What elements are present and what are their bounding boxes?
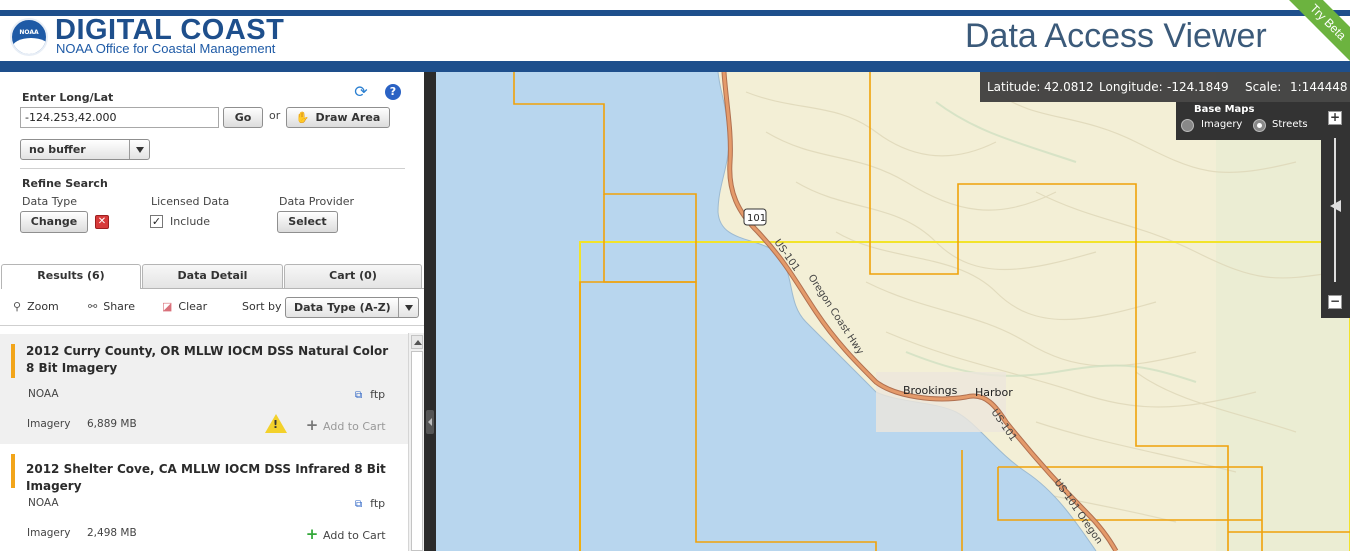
remove-filter-icon[interactable]: ✕: [95, 215, 109, 229]
result-size: 2,498 MB: [87, 527, 137, 539]
scroll-up-icon[interactable]: [411, 335, 423, 349]
tab-results[interactable]: Results (6): [1, 264, 141, 289]
scale-label: Scale:: [1245, 80, 1282, 94]
change-data-type-button[interactable]: Change: [20, 211, 88, 233]
result-accent-bar: [11, 454, 15, 488]
place-label-brookings: Brookings: [903, 384, 958, 397]
basemap-switcher: Base Maps Imagery Streets: [1176, 102, 1321, 140]
list-item[interactable]: 2012 Shelter Cove, CA MLLW IOCM DSS Infr…: [0, 444, 408, 551]
clear-tool[interactable]: ◪ Clear: [162, 300, 207, 313]
sort-value: Data Type (A-Z): [294, 301, 391, 314]
or-label: or: [269, 109, 281, 122]
noaa-logo[interactable]: NOAA: [10, 18, 48, 56]
select-provider-button[interactable]: Select: [277, 211, 338, 233]
share-tool[interactable]: ⚯ Share: [88, 300, 135, 313]
longitude-value: -124.1849: [1167, 80, 1229, 94]
highway-shield-label: 101: [747, 213, 766, 224]
results-scrollbar[interactable]: [408, 333, 424, 551]
ftp-label: ftp: [370, 497, 386, 510]
chevron-down-icon: [398, 298, 418, 317]
zoom-in-button[interactable]: +: [1328, 111, 1342, 125]
basemaps-label: Base Maps: [1194, 104, 1255, 115]
data-provider-label: Data Provider: [279, 195, 355, 208]
buffer-value: no buffer: [29, 143, 86, 156]
app-title: Data Access Viewer: [965, 17, 1267, 55]
header-bottom-bar: [0, 61, 1350, 72]
zoom-tool[interactable]: ⚲ Zoom: [13, 300, 59, 313]
ftp-link[interactable]: ⧉ ftp: [355, 497, 385, 510]
try-beta-ribbon[interactable]: Try Beta: [1277, 0, 1350, 72]
result-accent-bar: [11, 344, 15, 378]
results-list: 2012 Curry County, OR MLLW IOCM DSS Natu…: [0, 325, 424, 551]
external-link-icon: ⧉: [355, 390, 363, 401]
zoom-label: Zoom: [27, 300, 59, 313]
latitude-label: Latitude:: [987, 80, 1041, 94]
collapse-panel-handle[interactable]: [426, 410, 434, 434]
result-size: 6,889 MB: [87, 418, 137, 430]
zoom-out-button[interactable]: −: [1328, 295, 1342, 309]
plus-icon: +: [305, 416, 319, 434]
divider: [20, 168, 405, 169]
result-provider: NOAA: [28, 497, 59, 509]
data-type-label: Data Type: [22, 195, 78, 208]
plus-icon: +: [305, 525, 319, 543]
result-type: Imagery: [27, 527, 71, 539]
draw-area-label: Draw Area: [315, 111, 381, 124]
hand-icon: ✋: [295, 111, 310, 124]
zoom-control: + −: [1321, 102, 1350, 318]
refine-search-heading: Refine Search: [22, 177, 108, 190]
coordinate-readout: Latitude: 42.0812 Longitude: -124.1849 S…: [980, 72, 1350, 102]
licensed-data-label: Licensed Data: [151, 195, 230, 208]
place-label-harbor: Harbor: [975, 386, 1013, 399]
longitude-label: Longitude:: [1099, 80, 1163, 94]
chevron-down-icon: [129, 140, 149, 159]
include-licensed-checkbox[interactable]: ✓: [150, 215, 163, 228]
sort-select[interactable]: Data Type (A-Z): [285, 297, 419, 318]
basemap-imagery-label[interactable]: Imagery: [1201, 119, 1242, 130]
noaa-logo-text: NOAA: [19, 29, 39, 36]
help-icon[interactable]: ?: [385, 84, 401, 100]
basemap-streets-label[interactable]: Streets: [1272, 119, 1308, 130]
map-canvas[interactable]: 101 US-101 Oregon Coast Hwy US-101 US-10…: [436, 72, 1350, 551]
binoculars-icon: ⚲: [13, 300, 22, 313]
refresh-icon[interactable]: ⟳: [353, 84, 369, 100]
buffer-select[interactable]: no buffer: [20, 139, 150, 160]
basemap-imagery-radio[interactable]: [1181, 119, 1194, 132]
list-item[interactable]: 2012 Curry County, OR MLLW IOCM DSS Natu…: [0, 334, 408, 444]
ftp-link[interactable]: ⧉ ftp: [355, 388, 385, 401]
ftp-label: ftp: [370, 388, 386, 401]
add-to-cart-label: Add to Cart: [323, 420, 386, 433]
long-lat-label: Enter Long/Lat: [22, 91, 114, 104]
latitude-value: 42.0812: [1044, 80, 1094, 94]
link-icon: ⚯: [88, 300, 98, 313]
brand-subtitle: NOAA Office for Coastal Management: [56, 41, 276, 56]
external-link-icon: ⧉: [355, 499, 363, 510]
panel-splitter[interactable]: [424, 72, 436, 551]
map-svg: 101 US-101 Oregon Coast Hwy US-101 US-10…: [436, 72, 1350, 551]
basemap-streets-radio[interactable]: [1253, 119, 1266, 132]
long-lat-input[interactable]: -124.253,42.000: [20, 107, 219, 128]
result-provider: NOAA: [28, 388, 59, 400]
zoom-slider-handle[interactable]: [1330, 200, 1341, 212]
sort-by-label: Sort by: [242, 300, 282, 313]
scrollbar-thumb[interactable]: [411, 351, 423, 551]
share-label: Share: [103, 300, 135, 313]
result-type: Imagery: [27, 418, 71, 430]
add-to-cart-button[interactable]: + Add to Cart: [305, 416, 386, 434]
include-label: Include: [170, 215, 211, 228]
tab-data-detail[interactable]: Data Detail: [142, 264, 283, 288]
go-button[interactable]: Go: [223, 107, 263, 128]
add-to-cart-label: Add to Cart: [323, 529, 386, 542]
add-to-cart-button[interactable]: + Add to Cart: [305, 525, 386, 543]
clear-label: Clear: [178, 300, 208, 313]
eraser-icon: ◪: [162, 300, 173, 313]
result-title[interactable]: 2012 Curry County, OR MLLW IOCM DSS Natu…: [26, 343, 396, 377]
tab-cart[interactable]: Cart (0): [284, 264, 422, 288]
draw-area-button[interactable]: ✋ Draw Area: [286, 107, 390, 128]
site-header: NOAA DIGITAL COAST NOAA Office for Coast…: [0, 14, 1350, 61]
scale-value: 1:144448: [1290, 80, 1348, 94]
result-title[interactable]: 2012 Shelter Cove, CA MLLW IOCM DSS Infr…: [26, 461, 396, 495]
